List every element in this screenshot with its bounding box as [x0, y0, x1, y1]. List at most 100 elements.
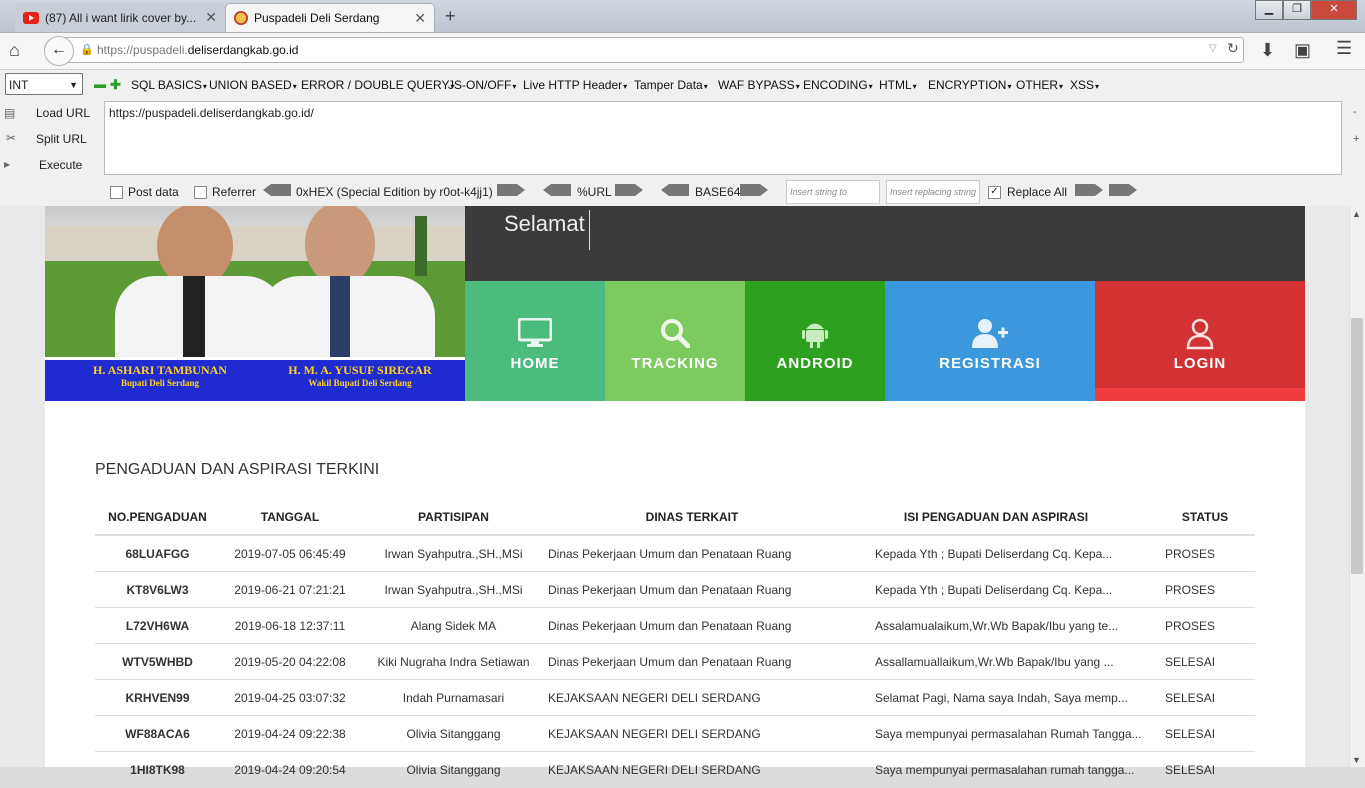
- minimize-icon[interactable]: ▁: [1255, 0, 1283, 20]
- cell-isi: Saya mempunyai permasalahan Rumah Tangga…: [837, 715, 1155, 752]
- tab-youtube[interactable]: (87) All i want lirik cover by... ✕: [15, 3, 225, 32]
- menu-other[interactable]: OTHER: [1016, 78, 1063, 92]
- hex-decode-arrow-icon[interactable]: [263, 184, 291, 196]
- cell-dinas: Dinas Pekerjaan Umum dan Penataan Ruang: [547, 535, 837, 572]
- split-url-button[interactable]: Split URL: [36, 132, 87, 146]
- cell-partisipan: Kiki Nugraha Indra Setiawan: [360, 643, 547, 680]
- cell-isi: Selamat Pagi, Nama saya Indah, Saya memp…: [837, 679, 1155, 716]
- menu-js-on-off[interactable]: JS-ON/OFF: [448, 78, 516, 92]
- cell-partisipan: Olivia Sitanggang: [360, 751, 547, 788]
- menu-waf-bypass[interactable]: WAF BYPASS: [718, 78, 800, 92]
- menu-html[interactable]: HTML: [879, 78, 917, 92]
- login-tile[interactable]: LOGIN: [1095, 281, 1305, 401]
- lock-icon: 🔒: [80, 44, 94, 56]
- scroll-down-icon[interactable]: ▼: [1352, 755, 1361, 765]
- table-row[interactable]: 1HI8TK98 2019-04-24 09:20:54 Olivia Sita…: [95, 751, 1255, 788]
- reload-icon[interactable]: ↻: [1227, 40, 1239, 57]
- official-2-title: Wakil Bupati Deli Serdang: [308, 378, 412, 388]
- cell-tanggal: 2019-07-05 06:45:49: [220, 535, 360, 572]
- text-caret: [589, 210, 590, 250]
- menu-live-http-header[interactable]: Live HTTP Header: [523, 78, 627, 92]
- close-tab-icon[interactable]: ✕: [414, 10, 426, 27]
- url-encode-arrow-icon[interactable]: [615, 184, 643, 196]
- header-isi-pengaduan[interactable]: ISI PENGADUAN DAN ASPIRASI: [837, 500, 1155, 536]
- back-icon[interactable]: ←: [44, 36, 74, 66]
- tab-title: Puspadeli Deli Serdang: [254, 11, 380, 25]
- replace-all-checkbox[interactable]: ✓: [988, 186, 1001, 199]
- menu-union-based[interactable]: UNION BASED: [209, 78, 297, 92]
- table-row[interactable]: WTV5WHBD 2019-05-20 04:22:08 Kiki Nugrah…: [95, 643, 1255, 680]
- menu-sql-basics[interactable]: SQL BASICS: [131, 78, 207, 92]
- type-select[interactable]: INT ▼: [5, 73, 83, 95]
- base64-decode-arrow-icon[interactable]: [661, 184, 689, 196]
- increase-icon[interactable]: ✚: [110, 77, 121, 93]
- download-icon[interactable]: ⬇: [1260, 40, 1275, 61]
- official-2-name: H. M. A. YUSUF SIREGAR: [288, 363, 432, 377]
- table-row[interactable]: L72VH6WA 2019-06-18 12:37:11 Alang Sidek…: [95, 607, 1255, 644]
- post-data-checkbox[interactable]: [110, 186, 123, 199]
- url-text[interactable]: https://puspadeli.deliserdangkab.go.id: [97, 43, 298, 57]
- header-status[interactable]: STATUS: [1155, 500, 1255, 536]
- tracking-tile[interactable]: TRACKING: [605, 281, 745, 401]
- menu-icon[interactable]: ☰: [1336, 38, 1352, 59]
- scrollbar-thumb[interactable]: [1351, 318, 1363, 574]
- url-encode-label: %URL: [577, 185, 612, 199]
- table-header-row: NO.PENGADUAN TANGGAL PARTISIPAN DINAS TE…: [95, 500, 1255, 536]
- sidebar-icon[interactable]: ▣: [1294, 40, 1311, 61]
- execute-button[interactable]: Execute: [39, 158, 82, 172]
- header-dinas-terkait[interactable]: DINAS TERKAIT: [547, 500, 837, 536]
- post-data-label: Post data: [128, 185, 179, 199]
- android-tile[interactable]: ANDROID: [745, 281, 885, 401]
- load-url-button[interactable]: Load URL: [36, 106, 90, 120]
- add-user-icon: [972, 319, 1008, 348]
- replace-arrow-icon[interactable]: [1075, 184, 1103, 196]
- menu-encoding[interactable]: ENCODING: [803, 78, 873, 92]
- menu-tamper-data[interactable]: Tamper Data: [634, 78, 708, 92]
- base64-encode-arrow-icon[interactable]: [740, 184, 768, 196]
- official-1-name: H. ASHARI TAMBUNAN: [93, 363, 227, 377]
- table-row[interactable]: KT8V6LW3 2019-06-21 07:21:21 Irwan Syahp…: [95, 571, 1255, 608]
- menu-error-double-query[interactable]: ERROR / DOUBLE QUERY: [301, 78, 455, 92]
- url-decode-arrow-icon[interactable]: [543, 184, 571, 196]
- header-partisipan[interactable]: PARTISIPAN: [360, 500, 547, 536]
- official-1-title: Bupati Deli Serdang: [120, 378, 199, 388]
- table-row[interactable]: WF88ACA6 2019-04-24 09:22:38 Olivia Sita…: [95, 715, 1255, 752]
- cell-isi: Assallamuallaikum,Wr.Wb Bapak/Ibu yang .…: [837, 643, 1155, 680]
- cell-tanggal: 2019-04-24 09:22:38: [220, 715, 360, 752]
- header-tanggal[interactable]: TANGGAL: [220, 500, 360, 536]
- menu-encryption[interactable]: ENCRYPTION: [928, 78, 1011, 92]
- replace-next-arrow-icon[interactable]: [1109, 184, 1137, 196]
- cell-dinas: KEJAKSAAN NEGERI DELI SERDANG: [547, 679, 837, 716]
- replacing-string-input[interactable]: Insert replacing string: [886, 180, 980, 204]
- cell-isi: Kepada Yth ; Bupati Deliserdang Cq. Kepa…: [837, 571, 1155, 608]
- table-row[interactable]: KRHVEN99 2019-04-25 03:07:32 Indah Purna…: [95, 679, 1255, 716]
- maximize-icon[interactable]: ❐: [1283, 0, 1311, 20]
- user-icon: [1186, 318, 1214, 350]
- url-textarea[interactable]: https://puspadeli.deliserdangkab.go.id/: [104, 101, 1342, 175]
- cell-status: SELESAI: [1155, 679, 1255, 716]
- new-tab-icon[interactable]: +: [445, 6, 456, 27]
- cell-tanggal: 2019-06-18 12:37:11: [220, 607, 360, 644]
- site-favicon-icon: [234, 11, 248, 25]
- menu-xss[interactable]: XSS: [1070, 78, 1099, 92]
- table-row[interactable]: 68LUAFGG 2019-07-05 06:45:49 Irwan Syahp…: [95, 535, 1255, 572]
- cell-tanggal: 2019-05-20 04:22:08: [220, 643, 360, 680]
- shrink-icon[interactable]: -: [1353, 106, 1357, 118]
- tab-title: (87) All i want lirik cover by...: [45, 10, 197, 25]
- header-no-pengaduan[interactable]: NO.PENGADUAN: [95, 500, 220, 536]
- tab-puspadeli[interactable]: Puspadeli Deli Serdang ✕: [225, 3, 435, 32]
- expand-icon[interactable]: +: [1353, 133, 1359, 145]
- scroll-up-icon[interactable]: ▲: [1352, 209, 1361, 219]
- registrasi-tile[interactable]: REGISTRASI: [885, 281, 1095, 401]
- home-icon[interactable]: ⌂: [9, 40, 20, 61]
- replace-string-input[interactable]: Insert string to replace: [786, 180, 880, 219]
- hex-encode-arrow-icon[interactable]: [497, 184, 525, 196]
- home-tile[interactable]: HOME: [465, 281, 605, 401]
- cell-dinas: Dinas Pekerjaan Umum dan Penataan Ruang: [547, 643, 837, 680]
- close-tab-icon[interactable]: ✕: [205, 9, 217, 26]
- close-window-icon[interactable]: ✕: [1311, 0, 1357, 20]
- decrease-icon[interactable]: ▬: [94, 77, 106, 91]
- hex-label: 0xHEX (Special Edition by r0ot-k4jj1): [296, 185, 493, 199]
- referrer-checkbox[interactable]: [194, 186, 207, 199]
- dropdown-history-icon[interactable]: ▽: [1209, 43, 1217, 54]
